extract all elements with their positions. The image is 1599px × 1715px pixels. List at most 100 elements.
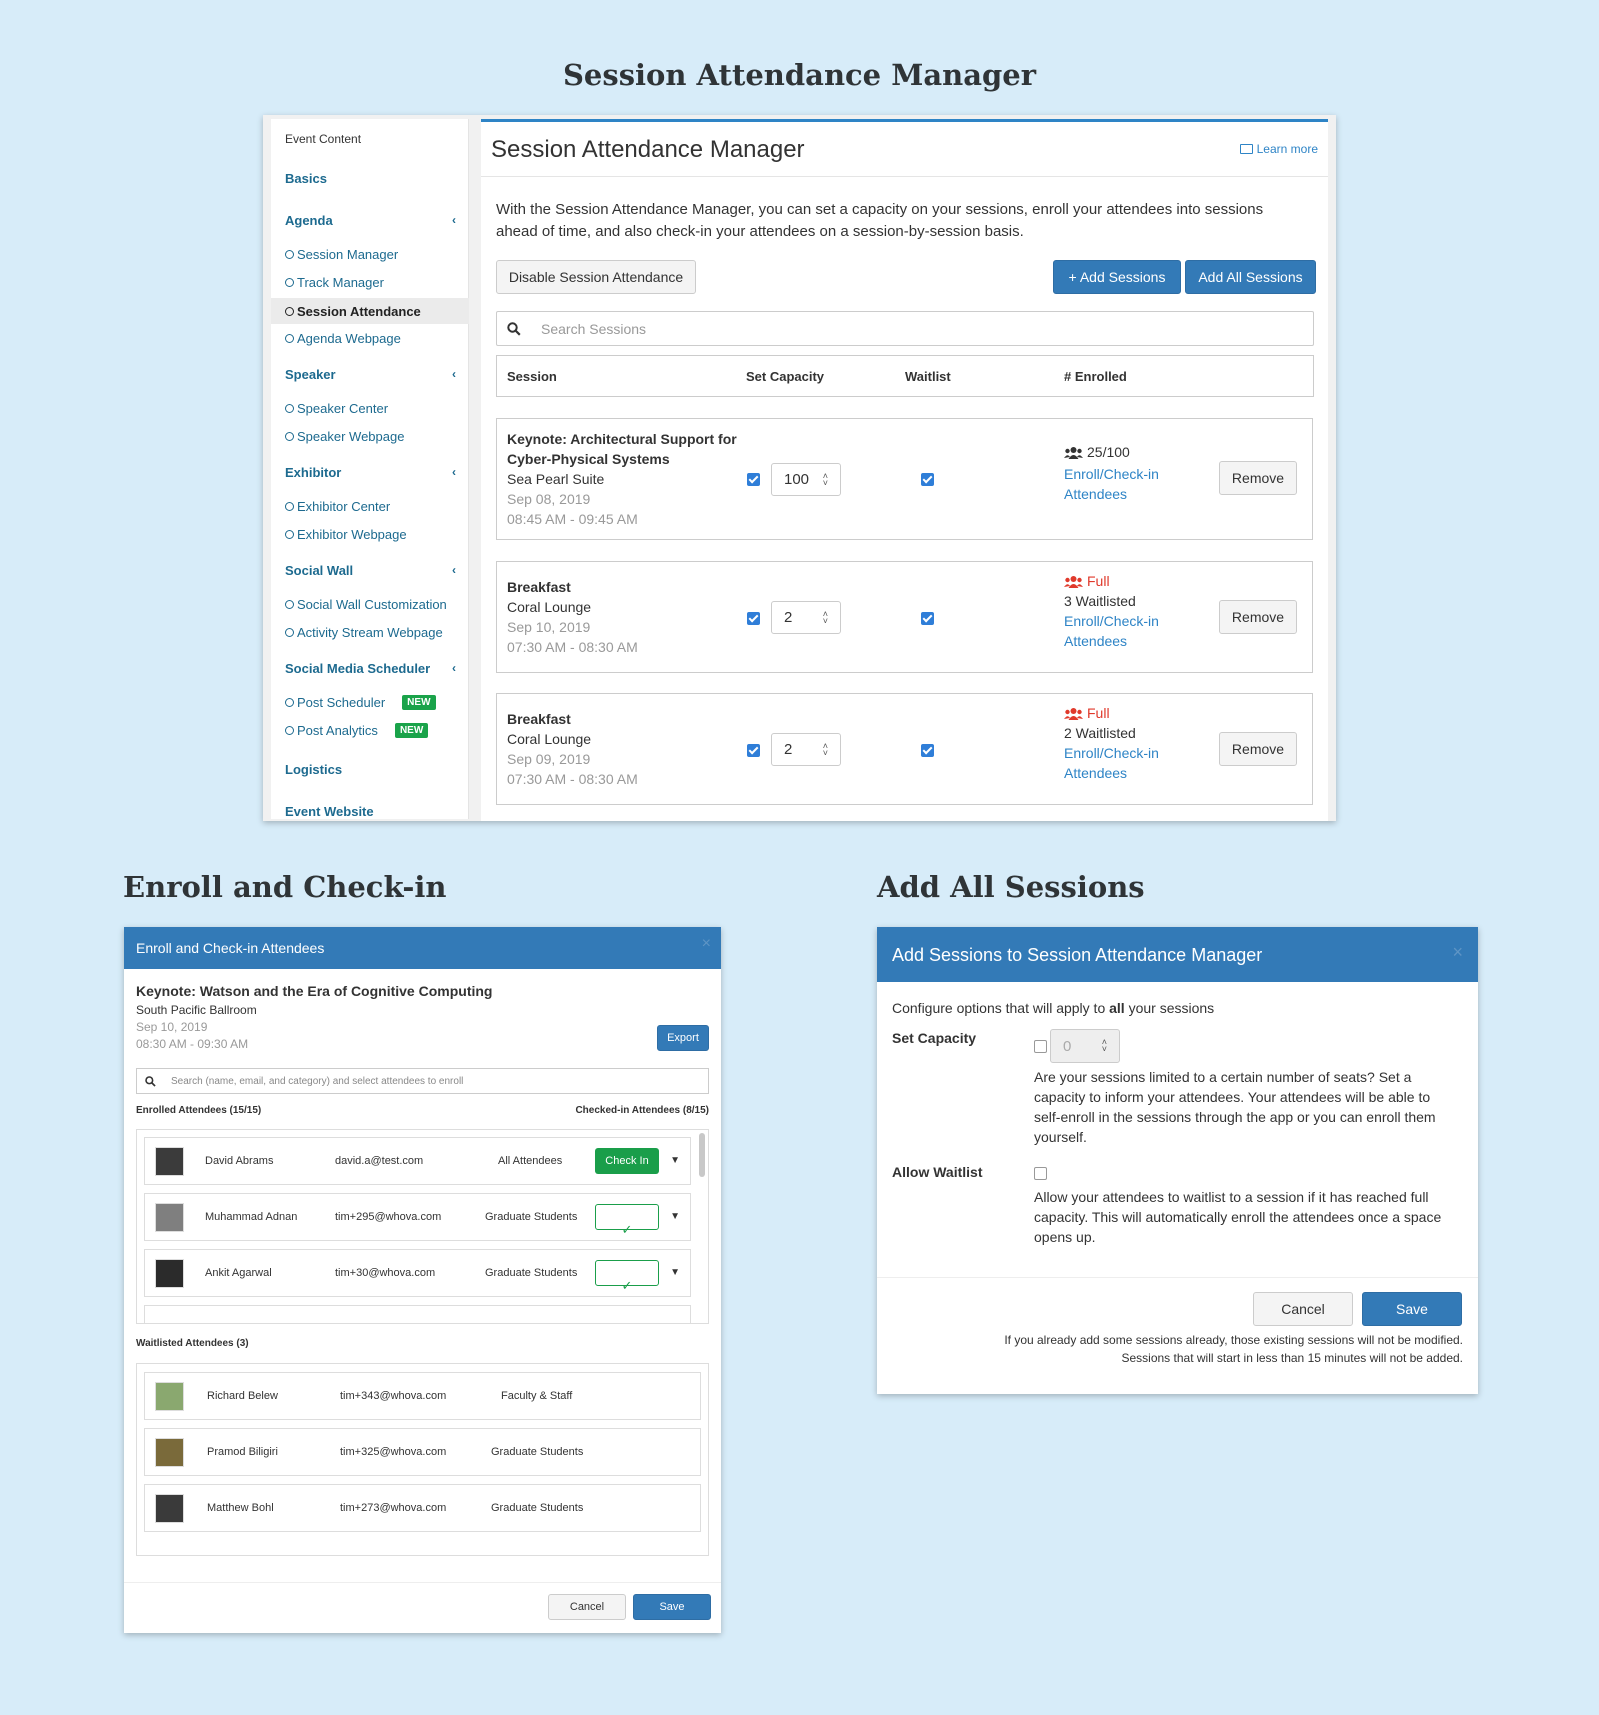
sidebar-item-agenda-webpage[interactable]: Agenda Webpage xyxy=(285,331,401,346)
sidebar-section-speaker[interactable]: Speaker xyxy=(285,367,336,382)
cancel-button[interactable]: Cancel xyxy=(1253,1292,1353,1326)
capacity-stepper[interactable]: 2 ˄ ˅ xyxy=(771,733,841,766)
stepper-arrows-icon[interactable]: ˄ ˅ xyxy=(1102,1038,1107,1054)
chevron-left-icon[interactable]: ‹ xyxy=(452,661,456,675)
sidebar-item-post-analytics[interactable]: Post Analytics NEW xyxy=(285,723,429,738)
note-existing: If you already add some sessions already… xyxy=(1004,1333,1463,1347)
enroll-checkin-link[interactable]: Enroll/Check-in Attendees xyxy=(1064,743,1159,783)
avatar xyxy=(155,1147,184,1176)
circle-icon xyxy=(285,502,294,511)
circle-icon xyxy=(285,726,294,735)
session-title: Breakfast xyxy=(507,711,571,727)
search-sessions[interactable]: Search Sessions xyxy=(496,311,1314,346)
disable-session-attendance-button[interactable]: Disable Session Attendance xyxy=(496,260,696,294)
chevron-left-icon[interactable]: ‹ xyxy=(452,563,456,577)
capacity-checkbox[interactable] xyxy=(747,473,760,486)
capacity-checkbox[interactable] xyxy=(747,612,760,625)
waitlist-description: Allow your attendees to waitlist to a se… xyxy=(1034,1189,1442,1245)
caret-down-icon[interactable]: ▼ xyxy=(670,1267,680,1278)
sidebar-item-exhibitor-center[interactable]: Exhibitor Center xyxy=(285,499,390,514)
learn-more-label: Learn more xyxy=(1256,142,1318,156)
session-time: 07:30 AM - 08:30 AM xyxy=(507,771,638,787)
enroll-checkin-link[interactable]: Enroll/Check-in Attendees xyxy=(1064,611,1159,651)
sidebar-item-session-attendance[interactable]: Session Attendance xyxy=(271,298,469,324)
circle-icon xyxy=(285,278,294,287)
stepper-arrows-icon[interactable]: ˄ ˅ xyxy=(823,741,828,757)
session-time: 07:30 AM - 08:30 AM xyxy=(507,639,638,655)
attendee-email: tim+343@whova.com xyxy=(340,1390,447,1402)
waitlisted-count: 2 Waitlisted xyxy=(1064,725,1136,741)
sidebar-section-logistics[interactable]: Logistics xyxy=(285,762,342,777)
chevron-left-icon[interactable]: ‹ xyxy=(452,367,456,381)
table-row: Pramod Biligiri tim+325@whova.com Gradua… xyxy=(144,1428,701,1476)
divider xyxy=(877,1277,1478,1278)
set-capacity-checkbox[interactable] xyxy=(1034,1040,1047,1053)
sidebar-item-speaker-webpage[interactable]: Speaker Webpage xyxy=(285,429,404,444)
sidebar-section-social-wall[interactable]: Social Wall xyxy=(285,563,353,578)
table-row: Richard Belew tim+343@whova.com Faculty … xyxy=(144,1372,701,1420)
add-all-sessions-button[interactable]: Add All Sessions xyxy=(1185,260,1316,294)
checked-in-button[interactable]: ✓ xyxy=(595,1260,659,1293)
caret-down-icon[interactable]: ▼ xyxy=(670,1211,680,1222)
capacity-checkbox[interactable] xyxy=(747,744,760,757)
learn-more-link[interactable]: Learn more xyxy=(1239,142,1318,156)
users-icon xyxy=(1064,446,1083,459)
sessions-table-header: Session Set Capacity Waitlist # Enrolled xyxy=(496,355,1314,397)
check-in-button[interactable]: Check In xyxy=(595,1148,659,1174)
enroll-checkin-link[interactable]: Enroll/Check-in Attendees xyxy=(1064,464,1159,504)
chevron-left-icon[interactable]: ‹ xyxy=(452,213,456,227)
sidebar-item-track-manager[interactable]: Track Manager xyxy=(285,275,384,290)
capacity-stepper[interactable]: 2 ˄ ˅ xyxy=(771,601,841,634)
stepper-arrows-icon[interactable]: ˄ ˅ xyxy=(823,471,828,487)
caret-down-icon[interactable]: ▼ xyxy=(670,1155,680,1166)
close-icon[interactable]: × xyxy=(702,935,711,953)
remove-button[interactable]: Remove xyxy=(1219,732,1297,766)
attendee-search[interactable]: Search (name, email, and category) and s… xyxy=(136,1068,709,1094)
sidebar-section-event-website[interactable]: Event Website xyxy=(285,804,374,819)
waitlisted-count: 3 Waitlisted xyxy=(1064,593,1136,609)
add-sessions-modal: Add Sessions to Session Attendance Manag… xyxy=(877,927,1478,1394)
search-input[interactable]: Search (name, email, and category) and s… xyxy=(171,1076,463,1087)
save-button[interactable]: Save xyxy=(1362,1292,1462,1326)
sidebar-item-post-scheduler[interactable]: Post Scheduler NEW xyxy=(285,695,436,710)
capacity-stepper[interactable]: 0 ˄ ˅ xyxy=(1050,1029,1120,1063)
sidebar-item-activity-stream[interactable]: Activity Stream Webpage xyxy=(285,625,443,640)
close-icon[interactable]: × xyxy=(1452,942,1463,963)
checked-in-button[interactable]: ✓ xyxy=(595,1204,659,1237)
sidebar-section-exhibitor[interactable]: Exhibitor xyxy=(285,465,341,480)
waitlist-checkbox[interactable] xyxy=(921,473,934,486)
column-header: Waitlist xyxy=(905,369,951,384)
export-button[interactable]: Export xyxy=(657,1025,709,1051)
add-sessions-button[interactable]: + Add Sessions xyxy=(1053,260,1181,294)
scrollbar[interactable] xyxy=(699,1133,705,1177)
save-button[interactable]: Save xyxy=(633,1594,711,1620)
remove-button[interactable]: Remove xyxy=(1219,461,1297,495)
sidebar-item-social-wall-customization[interactable]: Social Wall Customization xyxy=(285,597,447,612)
chevron-left-icon[interactable]: ‹ xyxy=(452,465,456,479)
avatar xyxy=(155,1259,184,1288)
sidebar-section-social-media[interactable]: Social Media Scheduler xyxy=(285,661,430,676)
sidebar-section-agenda[interactable]: Agenda xyxy=(285,213,333,228)
enrolled-list: David Abrams david.a@test.com All Attend… xyxy=(136,1129,709,1324)
sidebar-item-session-manager[interactable]: Session Manager xyxy=(285,247,398,262)
divider xyxy=(481,176,1328,177)
cancel-button[interactable]: Cancel xyxy=(548,1594,626,1620)
capacity-stepper[interactable]: 100 ˄ ˅ xyxy=(771,463,841,496)
table-row xyxy=(144,1305,691,1323)
sidebar-section-basics[interactable]: Basics xyxy=(285,171,327,186)
attendee-email: david.a@test.com xyxy=(335,1155,424,1167)
remove-button[interactable]: Remove xyxy=(1219,600,1297,634)
session-row: Breakfast Coral Lounge Sep 10, 2019 07:3… xyxy=(496,561,1313,673)
stepper-arrows-icon[interactable]: ˄ ˅ xyxy=(823,609,828,625)
attendee-name: Pramod Biligiri xyxy=(207,1446,278,1458)
search-input[interactable]: Search Sessions xyxy=(541,321,646,337)
table-row: Matthew Bohl tim+273@whova.com Graduate … xyxy=(144,1484,701,1532)
sidebar-item-exhibitor-webpage[interactable]: Exhibitor Webpage xyxy=(285,527,407,542)
add-all-heading: Add All Sessions xyxy=(877,870,1145,904)
circle-icon xyxy=(285,432,294,441)
allow-waitlist-checkbox[interactable] xyxy=(1034,1167,1047,1180)
sidebar-item-speaker-center[interactable]: Speaker Center xyxy=(285,401,388,416)
waitlist-checkbox[interactable] xyxy=(921,612,934,625)
waitlist-checkbox[interactable] xyxy=(921,744,934,757)
sidebar-item-label: Post Analytics xyxy=(297,723,378,738)
